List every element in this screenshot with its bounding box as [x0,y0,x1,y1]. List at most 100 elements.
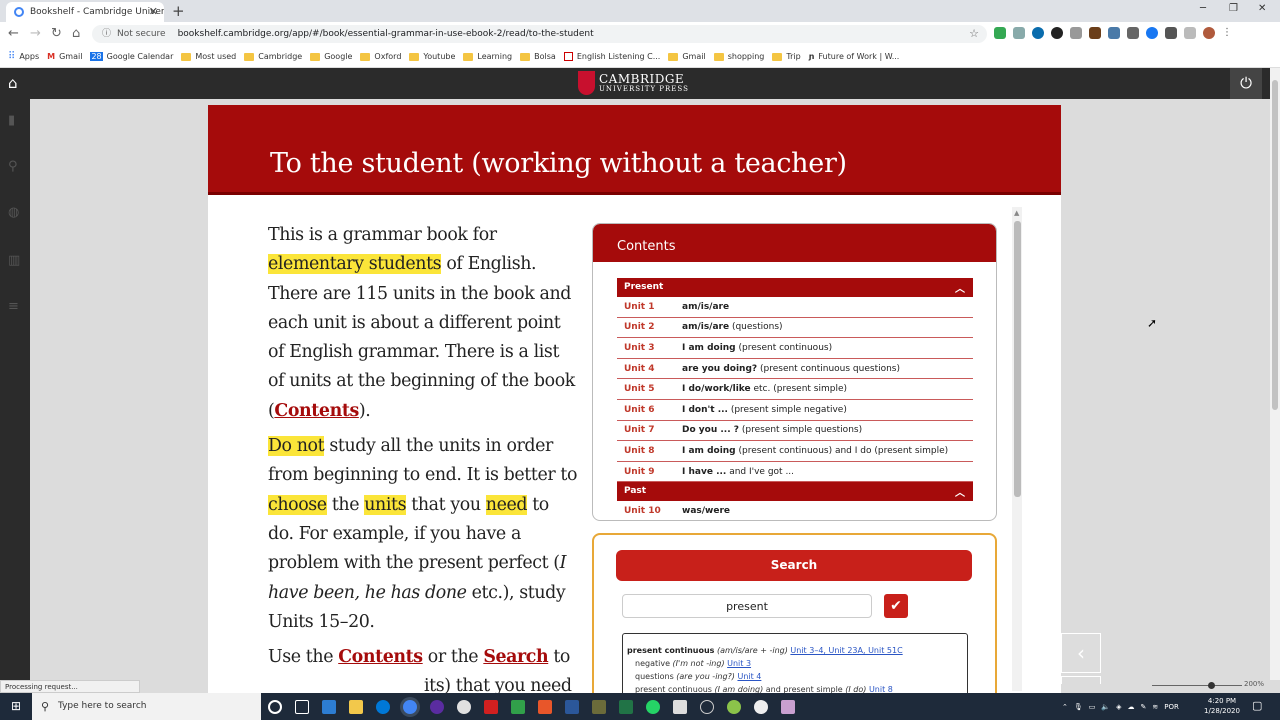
bookmark-folder[interactable]: Cambridge [244,52,302,61]
chevron-up-icon[interactable]: ︿ [955,280,965,295]
chevron-up-icon[interactable]: ︿ [955,484,965,499]
info-icon[interactable]: ⓘ [102,29,111,39]
extension-icon[interactable] [1108,27,1120,39]
wifi-icon[interactable]: ≋ [1152,703,1158,711]
checkmark-icon[interactable]: ✔ [884,594,908,618]
unit-row[interactable]: Unit 10 was/were [617,501,973,520]
new-tab-button[interactable]: + [172,2,185,20]
search-icon[interactable]: ⚲ [8,159,22,174]
next-page-button[interactable] [1061,676,1101,684]
bookmark-folder[interactable]: Google [310,52,352,61]
extension-icon[interactable] [1070,27,1082,39]
app-icon[interactable] [430,699,444,714]
star-icon[interactable]: ☆ [969,25,979,43]
microphone-icon[interactable]: 🎙 [1074,703,1083,711]
search-link[interactable]: Search [483,647,548,667]
home-icon[interactable]: ⌂ [8,74,18,92]
unit-row[interactable]: Unit 8 I am doing (present continuous) an… [617,441,973,462]
result-link[interactable]: Unit 3–4, Unit 23A, Unit 51C [790,646,902,655]
close-tab-icon[interactable]: ✕ [149,5,158,18]
unit-row[interactable]: Unit 5 I do/work/like etc. (present simpl… [617,379,973,400]
unit-row[interactable]: Unit 9 I have ... and I've got ... [617,462,973,483]
extension-icon[interactable] [1146,27,1158,39]
cortana-icon[interactable] [268,699,282,714]
menu-icon[interactable]: ≡ [8,299,22,314]
close-window-icon[interactable]: ✕ [1258,3,1266,14]
camtasia-icon[interactable] [511,699,525,714]
file-explorer-icon[interactable] [349,699,363,714]
extension-icon[interactable] [1184,27,1196,39]
menu-icon[interactable]: ⋮ [1222,27,1234,39]
zoom-slider[interactable]: 200% [1152,680,1264,692]
contents-link[interactable]: Contents [274,401,359,421]
paint-icon[interactable] [781,699,795,714]
unit-row[interactable]: Unit 6 I don't ... (present simple negati… [617,400,973,421]
extension-icon[interactable] [1013,27,1025,39]
windows-start-icon[interactable]: ⊞ [0,693,32,720]
restore-icon[interactable]: ❐ [1229,3,1238,14]
home-icon[interactable]: ⌂ [72,26,80,41]
app-icon[interactable] [754,699,768,714]
result-link[interactable]: Unit 3 [727,659,751,668]
language-indicator[interactable]: POR [1164,703,1179,711]
recorder-icon[interactable] [538,699,552,714]
extension-icon[interactable] [994,27,1006,39]
volume-icon[interactable]: 🔈 [1101,703,1110,711]
bookmark-folder[interactable]: Bolsa [520,52,556,61]
power-icon[interactable]: ⏻ [1230,68,1262,99]
bookmark-english-listening[interactable]: English Listening C... [563,52,660,61]
bookmark-gmail[interactable]: M Gmail [47,52,82,61]
whatsapp-icon[interactable] [646,699,660,714]
store-icon[interactable] [322,699,336,714]
zoom-knob[interactable] [1208,682,1215,689]
itunes-icon[interactable] [457,699,471,714]
notification-icon[interactable]: ▢ [1252,699,1262,712]
dropbox-icon[interactable]: ◈ [1116,703,1121,711]
task-view-icon[interactable] [295,699,309,714]
extension-icon[interactable] [1089,27,1101,39]
chrome-icon[interactable] [403,699,417,714]
excel-icon[interactable] [619,699,633,714]
minimize-icon[interactable]: ─ [1200,3,1206,14]
chevron-up-icon[interactable]: ⌃ [1062,703,1068,711]
scrollbar-thumb[interactable] [1272,80,1278,410]
display-icon[interactable]: ▭ [1089,703,1096,711]
bookmark-calendar[interactable]: 28 Google Calendar [90,52,173,61]
reload-icon[interactable]: ↻ [51,26,62,41]
extension-icon[interactable] [1051,27,1063,39]
bookmark-folder[interactable]: Oxford [360,52,401,61]
bookmark-apps[interactable]: ⠿ Apps [8,51,39,62]
previous-page-button[interactable]: ‹ [1061,633,1101,673]
acrobat-icon[interactable] [484,699,498,714]
unit-row[interactable]: Unit 1 am/is/are [617,297,973,318]
bookmark-folder[interactable]: Gmail [668,52,706,61]
pen-icon[interactable]: ✎ [1141,703,1147,711]
result-link[interactable]: Unit 4 [737,672,761,681]
library-icon[interactable]: ▥ [8,253,22,268]
onedrive-icon[interactable]: ☁ [1128,703,1135,711]
section-present[interactable]: Present ︿ [617,278,973,297]
section-past[interactable]: Past ︿ [617,482,973,502]
calculator-icon[interactable] [673,699,687,714]
bookmark-folder[interactable]: Youtube [409,52,455,61]
url-field[interactable]: ⓘ Not secure bookshelf.cambridge.org/app/#… [92,25,987,43]
bookmark-folder[interactable]: Trip [772,52,801,61]
bookmark-folder[interactable]: Learning [463,52,512,61]
contents-scrollbar[interactable]: ▲ [1012,207,1022,691]
profile-avatar[interactable] [1203,27,1215,39]
unit-row[interactable]: Unit 2 am/is/are (questions) [617,318,973,339]
forward-icon[interactable]: → [30,26,41,41]
browser-tab[interactable]: Bookshelf - Cambridge Universit ✕ [6,2,164,22]
extension-icon[interactable] [1032,27,1044,39]
search-button[interactable]: Search [616,550,972,581]
scrollbar-thumb[interactable] [1014,221,1021,497]
extension-icon[interactable] [1127,27,1139,39]
unit-row[interactable]: Unit 3 I am doing (present continuous) [617,338,973,359]
bookmark-icon[interactable]: ▮ [8,113,22,128]
android-icon[interactable] [727,699,741,714]
app-icon[interactable] [700,699,714,714]
search-input[interactable]: present [622,594,872,618]
unit-row[interactable]: Unit 7 Do you ... ? (present simple quest… [617,421,973,442]
scroll-up-icon[interactable]: ▲ [1014,209,1019,217]
unit-row[interactable]: Unit 4 are you doing? (present continuous… [617,359,973,380]
